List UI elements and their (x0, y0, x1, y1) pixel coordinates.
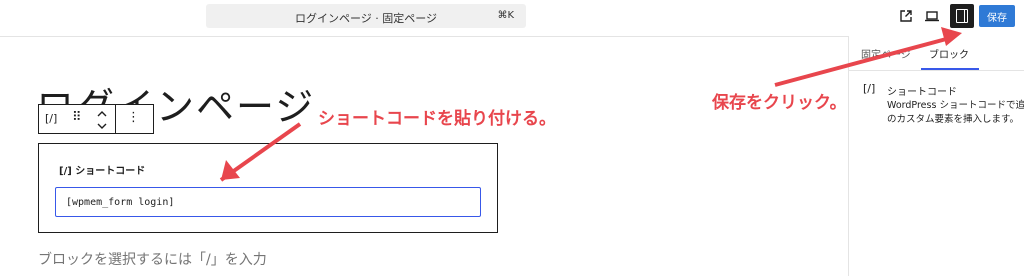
shortcode-input[interactable] (55, 187, 481, 217)
device-preview-icon[interactable] (922, 6, 942, 26)
sidebar-panel-icon (956, 9, 968, 23)
more-options-icon[interactable]: ⋮ (127, 110, 140, 125)
block-mover[interactable] (94, 107, 110, 133)
block-appender-placeholder[interactable]: ブロックを選択するには「/」を入力 (38, 249, 267, 269)
chevron-up-icon (97, 111, 107, 117)
document-title: ログインページ · 固定ページ (294, 12, 438, 25)
chevron-down-icon (97, 123, 107, 129)
paste-instruction: ショートコードを貼り付ける。 (318, 109, 556, 129)
shortcode-block[interactable]: [/] ショートコード (38, 143, 498, 233)
shortcode-block-icon: [/] (863, 82, 876, 95)
save-button[interactable]: 保存 (979, 5, 1015, 27)
active-tab-indicator (921, 68, 979, 70)
sidebar-tabs: 固定ページ ブロック (849, 36, 1024, 71)
external-link-icon[interactable] (896, 6, 916, 26)
settings-panel-toggle[interactable] (950, 4, 974, 28)
command-palette-bar[interactable]: ログインページ · 固定ページ ⌘K (206, 4, 526, 28)
editor-header: ログインページ · 固定ページ ⌘K 保存 (0, 0, 1024, 37)
settings-sidebar: 固定ページ ブロック [/] ショートコード WordPress ショートコード… (848, 36, 1024, 276)
toolbar-divider (115, 105, 116, 133)
save-instruction: 保存をクリック。 (712, 93, 847, 113)
block-card-title: ショートコード (887, 87, 957, 98)
drag-handle-icon[interactable]: ⠿ (72, 110, 82, 125)
tab-page[interactable]: 固定ページ (861, 46, 911, 61)
description-line: WordPress ショートコードで追加 (887, 100, 1024, 111)
shortcode-block-label: [/] ショートコード (59, 166, 146, 177)
description-line: のカスタム要素を挿入します。 (887, 114, 1020, 125)
block-type-icon[interactable]: [/] (45, 112, 57, 125)
tab-block[interactable]: ブロック (929, 46, 969, 61)
block-card-description: WordPress ショートコードで追加 のカスタム要素を挿入します。 (887, 99, 1024, 127)
block-toolbar: [/] ⠿ ⋮ (38, 104, 154, 134)
shortcut-hint: ⌘K (497, 10, 514, 21)
